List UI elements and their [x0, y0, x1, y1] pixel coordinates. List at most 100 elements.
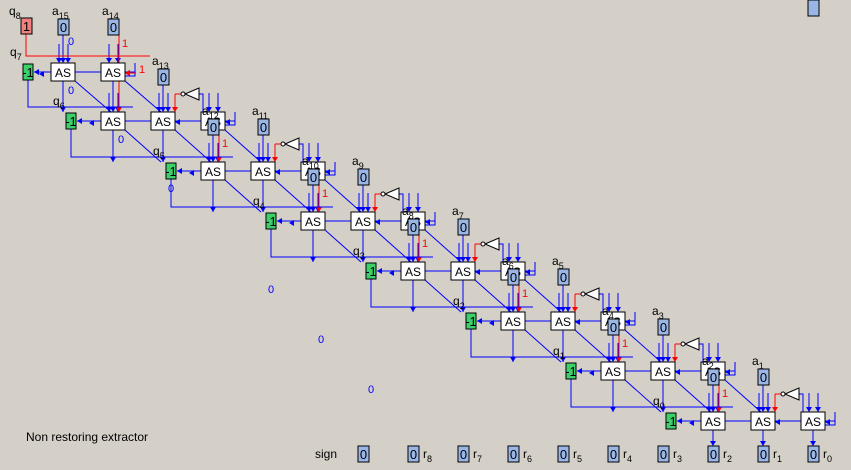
inverter-icon	[183, 87, 200, 101]
arrow-head	[115, 58, 121, 63]
r-output-label: r6	[523, 447, 532, 464]
r-output-label: r5	[573, 447, 582, 464]
arrow-head	[177, 168, 182, 174]
cell-label: AS	[105, 66, 121, 80]
q-output-box-value: -1	[265, 214, 277, 229]
arrow-head	[225, 119, 230, 125]
arrow-head	[565, 307, 571, 312]
r-output-box-value: 0	[810, 447, 817, 462]
arrow-head	[510, 357, 516, 362]
carry-value: 1	[622, 338, 628, 350]
r-output-label: r8	[423, 447, 432, 464]
arrow-head	[172, 107, 178, 112]
a-input-box-value: 0	[210, 120, 217, 135]
arrow-head	[665, 357, 671, 362]
arrow-head	[472, 257, 478, 262]
arrow-head	[465, 257, 471, 262]
arrow-head	[265, 157, 271, 162]
a-input-label: a11	[252, 104, 268, 121]
r-output-label: r4	[623, 447, 632, 464]
inverter-bubble	[180, 91, 186, 97]
r-output-box-value: 0	[560, 447, 567, 462]
arrow-head	[306, 207, 312, 212]
arrow-head	[65, 58, 71, 63]
arrow-head	[206, 157, 212, 162]
a-input-box-value: 0	[160, 70, 167, 85]
inverter-bubble	[380, 191, 386, 197]
cell-label: AS	[105, 115, 121, 129]
arrow-head	[606, 357, 612, 362]
inverter-icon	[383, 187, 400, 201]
q8-label: q8	[9, 4, 21, 21]
cell-label: AS	[755, 415, 771, 429]
arrow-head	[815, 407, 821, 412]
a-input-box-value: 0	[460, 220, 467, 235]
a-input-box-value: 0	[560, 270, 567, 285]
wire	[27, 80, 133, 108]
cell-label: AS	[305, 215, 321, 229]
arrow-head	[34, 69, 39, 75]
q-output-box-value: -1	[65, 114, 77, 129]
wire	[25, 34, 150, 57]
a-input-box-value: 0	[310, 170, 317, 185]
cell-label: AS	[255, 165, 271, 179]
q-output-label: q7	[10, 45, 22, 62]
arrow-head	[760, 441, 766, 446]
q-output-box-value: -1	[665, 414, 677, 429]
arrow-head	[672, 357, 678, 362]
diagram-title: Non restoring extractor	[26, 430, 149, 444]
carry-value: 1	[139, 64, 145, 76]
r-output-box-value: 0	[710, 447, 717, 462]
zero-value: 0	[68, 36, 74, 48]
inverter-icon	[783, 387, 800, 401]
extractor-diagram: ASASASASASASASASASASASASASASASASASASASAS…	[9, 0, 836, 464]
carry-value: 1	[222, 138, 228, 150]
arrow-head	[106, 107, 112, 112]
a-input-box-value: 0	[760, 370, 767, 385]
arrow-head	[506, 307, 512, 312]
q-output-box-value: -1	[22, 65, 34, 80]
inverter-icon	[683, 337, 700, 351]
inverter-bubble	[280, 141, 286, 147]
carry-value: 1	[822, 0, 828, 3]
cell-label: AS	[455, 265, 471, 279]
arrow-head	[110, 157, 116, 162]
zero-value: 0	[268, 284, 274, 296]
zero-value: 0	[368, 384, 374, 396]
inverter-icon	[283, 137, 300, 151]
arrow-head	[106, 58, 112, 63]
arrow-head	[375, 219, 380, 225]
cell-label: AS	[705, 415, 721, 429]
zero-value: 0	[118, 134, 124, 146]
arrow-head	[272, 157, 278, 162]
a-input-box-value: 0	[60, 20, 67, 35]
arrow-head	[825, 419, 830, 425]
arrow-head	[277, 218, 282, 224]
arrow-head	[477, 318, 482, 324]
arrow-head	[310, 257, 316, 262]
r-output-label: r7	[473, 447, 482, 464]
arrow-head	[325, 169, 330, 175]
cell-label: AS	[655, 365, 671, 379]
arrow-head	[775, 419, 780, 425]
zero-value: 0	[318, 334, 324, 346]
a-input-label: a1	[752, 354, 764, 371]
r-output-box-value: 0	[660, 447, 667, 462]
r-output-box-value: 0	[460, 447, 467, 462]
arrow-head	[525, 269, 530, 275]
a-input-label: a14	[102, 4, 119, 21]
arrow-head	[625, 319, 630, 325]
arrow-head	[406, 257, 412, 262]
arrow-head	[475, 269, 480, 275]
r-output-box-value: 0	[410, 447, 417, 462]
q-output-box-value: -1	[165, 164, 177, 179]
arrow-head	[710, 441, 716, 446]
arrow-head	[165, 107, 171, 112]
arrow-head	[677, 418, 682, 424]
a-input-label: a5	[552, 254, 564, 271]
r-output-box-value: 0	[610, 447, 617, 462]
arrow-head	[372, 207, 378, 212]
r-output-box-value: 0	[760, 447, 767, 462]
inverter-bubble	[680, 341, 686, 347]
arrow-head	[60, 58, 66, 63]
